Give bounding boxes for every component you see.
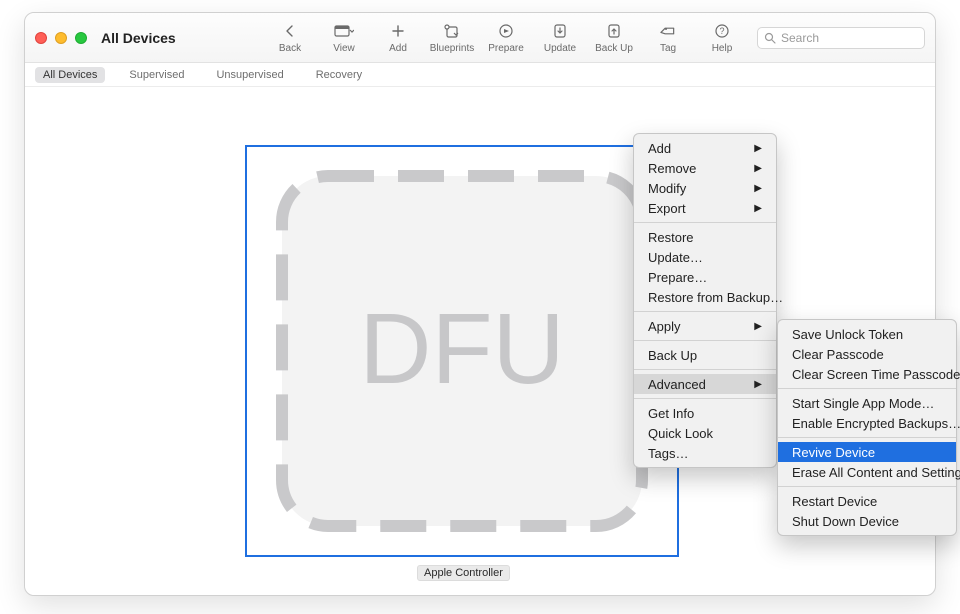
maximize-icon[interactable] [75, 32, 87, 44]
filter-all[interactable]: All Devices [35, 67, 105, 83]
close-icon[interactable] [35, 32, 47, 44]
adv-clear-passcode[interactable]: Clear Passcode [778, 344, 956, 364]
filter-unsupervised[interactable]: Unsupervised [208, 67, 291, 83]
upload-icon [606, 21, 622, 41]
adv-save-unlock-token[interactable]: Save Unlock Token [778, 324, 956, 344]
ctx-prepare[interactable]: Prepare… [634, 267, 776, 287]
ctx-restore[interactable]: Restore [634, 227, 776, 247]
chevron-left-icon [283, 21, 297, 41]
minimize-icon[interactable] [55, 32, 67, 44]
menu-separator [778, 437, 956, 438]
ctx-update[interactable]: Update… [634, 247, 776, 267]
window-title: All Devices [101, 30, 176, 46]
ctx-add[interactable]: Add▶ [634, 138, 776, 158]
update-button[interactable]: Update [533, 21, 587, 54]
prepare-button[interactable]: Prepare [479, 21, 533, 54]
tag-icon [660, 21, 676, 41]
ctx-modify[interactable]: Modify▶ [634, 178, 776, 198]
view-button[interactable]: View [317, 21, 371, 54]
svg-text:?: ? [719, 26, 724, 36]
app-window: All Devices Back View Add [24, 12, 936, 596]
menu-separator [634, 398, 776, 399]
download-icon [552, 21, 568, 41]
menu-separator [778, 486, 956, 487]
adv-clear-screentime[interactable]: Clear Screen Time Passcode [778, 364, 956, 384]
add-button[interactable]: Add [371, 21, 425, 54]
help-icon: ? [714, 21, 730, 41]
chevron-right-icon: ▶ [754, 203, 762, 214]
device-label: Apple Controller [417, 565, 510, 581]
tag-button[interactable]: Tag [641, 21, 695, 54]
chevron-right-icon: ▶ [754, 379, 762, 390]
menu-separator [634, 311, 776, 312]
adv-restart[interactable]: Restart Device [778, 491, 956, 511]
ctx-backup[interactable]: Back Up [634, 345, 776, 365]
ctx-export[interactable]: Export▶ [634, 198, 776, 218]
chevron-right-icon: ▶ [754, 183, 762, 194]
ctx-restore-backup[interactable]: Restore from Backup… [634, 287, 776, 307]
filter-bar: All Devices Supervised Unsupervised Reco… [25, 63, 935, 87]
filter-recovery[interactable]: Recovery [308, 67, 370, 83]
adv-shutdown[interactable]: Shut Down Device [778, 511, 956, 531]
ctx-tags[interactable]: Tags… [634, 443, 776, 463]
adv-revive-device[interactable]: Revive Device [778, 442, 956, 462]
grid-icon [334, 21, 354, 41]
ctx-apply[interactable]: Apply▶ [634, 316, 776, 336]
ctx-quick-look[interactable]: Quick Look [634, 423, 776, 443]
menu-separator [634, 340, 776, 341]
blueprint-icon [443, 21, 461, 41]
search-placeholder: Search [781, 31, 819, 45]
chevron-right-icon: ▶ [754, 163, 762, 174]
ctx-advanced[interactable]: Advanced▶ [634, 374, 776, 394]
menu-separator [634, 369, 776, 370]
ctx-get-info[interactable]: Get Info [634, 403, 776, 423]
advanced-submenu: Save Unlock Token Clear Passcode Clear S… [777, 319, 957, 536]
dfu-device-icon: DFU [262, 161, 662, 541]
blueprints-button[interactable]: Blueprints [425, 21, 479, 54]
device-card[interactable]: DFU [245, 145, 679, 557]
svg-text:DFU: DFU [359, 293, 565, 405]
chevron-right-icon: ▶ [754, 321, 762, 332]
toolbar: Back View Add Blueprints [263, 21, 925, 54]
adv-erase-all[interactable]: Erase All Content and Settings [778, 462, 956, 482]
chevron-right-icon: ▶ [754, 143, 762, 154]
context-menu: Add▶ Remove▶ Modify▶ Export▶ Restore Upd… [633, 133, 777, 468]
adv-single-app-mode[interactable]: Start Single App Mode… [778, 393, 956, 413]
backup-button[interactable]: Back Up [587, 21, 641, 54]
plus-icon [391, 21, 405, 41]
search-input[interactable]: Search [757, 27, 925, 49]
ctx-remove[interactable]: Remove▶ [634, 158, 776, 178]
prepare-icon [498, 21, 514, 41]
filter-supervised[interactable]: Supervised [121, 67, 192, 83]
titlebar: All Devices Back View Add [25, 13, 935, 63]
menu-separator [634, 222, 776, 223]
back-button[interactable]: Back [263, 21, 317, 54]
menu-separator [778, 388, 956, 389]
window-controls [35, 32, 87, 44]
adv-enable-encrypted[interactable]: Enable Encrypted Backups… [778, 413, 956, 433]
help-button[interactable]: ? Help [695, 21, 749, 54]
search-icon [764, 32, 776, 44]
